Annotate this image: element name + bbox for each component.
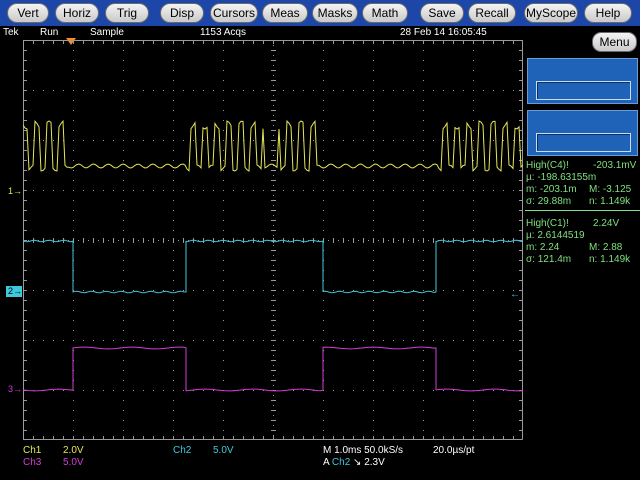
resolution-readout[interactable]: 20.0µs/pt	[433, 445, 474, 457]
readout-slot-2-field	[536, 133, 631, 152]
save-button[interactable]: Save	[420, 3, 464, 23]
meas-c1-mean: µ: 2.6144519	[526, 230, 585, 241]
timebase-readout[interactable]: M 1.0ms 50.0kS/s	[323, 445, 403, 457]
meas-c4-sigma: σ: 29.88m	[526, 196, 572, 207]
recall-button[interactable]: Recall	[468, 3, 516, 23]
ch1-ground-marker-icon[interactable]: 1→	[8, 186, 22, 196]
trigger-source: Ch2	[331, 457, 351, 468]
menu-button[interactable]: Menu	[592, 32, 637, 52]
meas-c1-value: 2.24V	[593, 218, 620, 229]
ch2-waveform	[23, 239, 523, 294]
ch3-scale[interactable]: 5.0V	[63, 457, 84, 469]
masks-button[interactable]: Masks	[312, 3, 358, 23]
vert-button[interactable]: Vert	[7, 3, 49, 23]
acquisition-mode: Sample	[90, 27, 124, 38]
ch3-waveform	[23, 346, 523, 392]
side-panel: Menu High(C4)! -203.1mV µ: -198.63155m m…	[525, 26, 640, 480]
meas-button[interactable]: Meas	[262, 3, 308, 23]
menu-bar: Vert Horiz Trig Disp Cursors Meas Masks …	[0, 0, 640, 26]
ch3-ground-marker-icon[interactable]: 3→	[8, 384, 22, 394]
run-state: Run	[40, 27, 59, 38]
meas-c1-min: m: 2.24	[526, 242, 560, 253]
meas-c4-value: -203.1mV	[593, 160, 637, 171]
graticule-grid	[23, 40, 523, 440]
help-button[interactable]: Help	[584, 3, 632, 23]
ch3-readout-label[interactable]: Ch3	[23, 457, 41, 469]
meas-c4-min: m: -203.1m	[526, 184, 577, 195]
meas-c1-max: M: 2.88	[589, 242, 623, 253]
myscope-button[interactable]: MyScope	[524, 3, 578, 23]
cursors-button[interactable]: Cursors	[210, 3, 258, 23]
meas-c4-max: M: -3.125	[589, 184, 632, 195]
readout-slot-1[interactable]	[527, 58, 638, 104]
meas-separator	[525, 210, 640, 211]
acquisition-count: 1153 Acqs	[200, 27, 246, 38]
meas-c1-title: High(C1)!	[526, 218, 569, 229]
meas-c1-sigma: σ: 121.4m	[526, 254, 572, 265]
trigger-prefix: A	[323, 457, 330, 468]
ch1-readout-label[interactable]: Ch1	[23, 445, 41, 457]
disp-button[interactable]: Disp	[160, 3, 204, 23]
meas-c4-count: n: 1.149k	[589, 196, 631, 207]
ch2-readout-label[interactable]: Ch2	[173, 445, 191, 457]
trigger-level-arrow-icon[interactable]: ←	[510, 290, 520, 300]
horiz-button[interactable]: Horiz	[55, 3, 99, 23]
meas-c4-mean: µ: -198.63155m	[526, 172, 597, 183]
ch2-scale[interactable]: 5.0V	[213, 445, 234, 457]
math-button[interactable]: Math	[362, 3, 408, 23]
ch1-scale[interactable]: 2.0V	[63, 445, 84, 457]
status-bar: Tek Run Sample 1153 Acqs 28 Feb 14 16:05…	[0, 26, 525, 40]
trigger-level: 2.3V	[364, 457, 385, 468]
meas-c1-count: n: 1.149k	[589, 254, 631, 265]
readout-slot-1-field	[536, 81, 631, 100]
readout-bar: Ch1 2.0V Ch3 5.0V Ch2 5.0V M 1.0ms 50.0k…	[0, 440, 640, 480]
brand-label: Tek	[3, 27, 19, 38]
readout-slot-2[interactable]	[527, 110, 638, 156]
trigger-slope-icon: ↘	[353, 457, 362, 468]
date-time: 28 Feb 14 16:05:45	[400, 27, 487, 38]
meas-c4-title: High(C4)!	[526, 160, 569, 171]
trigger-readout[interactable]: A Ch2 ↘ 2.3V	[323, 457, 385, 469]
waveform-display[interactable]	[23, 40, 523, 440]
ch2-ground-marker-icon[interactable]: 2→	[6, 286, 22, 297]
trig-button[interactable]: Trig	[105, 3, 149, 23]
